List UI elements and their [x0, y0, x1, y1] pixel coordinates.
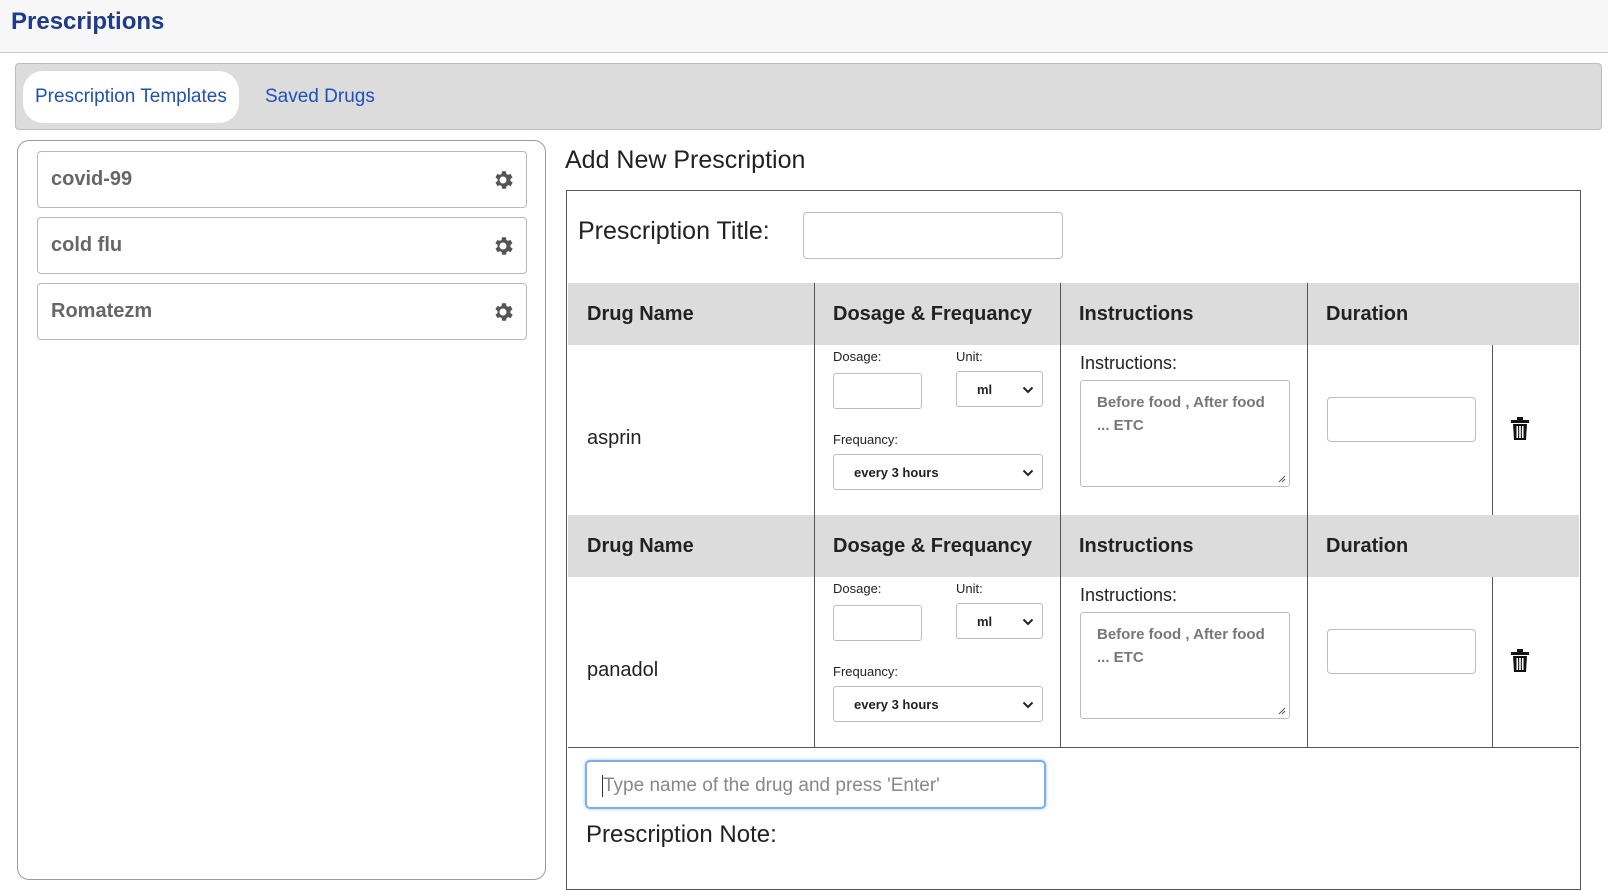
form-heading: Add New Prescription: [565, 146, 806, 174]
column-divider: [1307, 283, 1308, 515]
column-header-instructions: Instructions: [1079, 303, 1194, 325]
chevron-down-icon: [1022, 618, 1034, 626]
unit-select[interactable]: ml: [956, 371, 1043, 407]
frequency-select[interactable]: every 3 hours: [833, 686, 1043, 722]
unit-label: Unit:: [956, 349, 983, 364]
page-header: Prescriptions: [0, 0, 1608, 53]
chevron-down-icon: [1022, 386, 1034, 394]
column-divider: [1492, 577, 1493, 747]
frequency-value: every 3 hours: [854, 697, 939, 712]
prescription-title-input[interactable]: [803, 212, 1063, 259]
instructions-textarea[interactable]: Before food , After food ... ETC: [1080, 380, 1290, 487]
drug-name: panadol: [587, 659, 659, 681]
tab-prescription-templates[interactable]: Prescription Templates: [23, 71, 239, 123]
drug-table-header: Drug Name Dosage & Frequancy Instruction…: [568, 283, 1579, 345]
drug-search-input[interactable]: Type name of the drug and press 'Enter': [585, 760, 1046, 809]
column-header-dosage: Dosage & Frequancy: [833, 303, 1032, 325]
column-divider: [814, 515, 815, 747]
gear-icon[interactable]: [491, 168, 515, 192]
template-name: Romatezm: [51, 300, 153, 322]
trash-icon[interactable]: [1510, 417, 1530, 441]
tab-bar: Prescription Templates Saved Drugs: [15, 63, 1602, 130]
template-item[interactable]: covid-99: [37, 151, 527, 208]
instructions-label: Instructions:: [1080, 585, 1178, 605]
prescription-note-label: Prescription Note:: [586, 821, 777, 848]
prescription-title-label: Prescription Title:: [578, 217, 770, 245]
dosage-label: Dosage:: [833, 581, 882, 596]
column-header-drug-name: Drug Name: [587, 303, 694, 325]
frequency-select[interactable]: every 3 hours: [833, 454, 1043, 490]
unit-value: ml: [977, 614, 993, 629]
unit-value: ml: [977, 382, 993, 397]
unit-label: Unit:: [956, 581, 983, 596]
resize-grip-icon[interactable]: [1276, 705, 1286, 715]
column-header-dosage: Dosage & Frequancy: [833, 535, 1032, 557]
chevron-down-icon: [1022, 701, 1034, 709]
dosage-label: Dosage:: [833, 349, 882, 364]
template-list-panel: covid-99 cold flu Romatezm: [17, 140, 546, 880]
gear-icon[interactable]: [491, 300, 515, 324]
drug-name: asprin: [587, 427, 642, 449]
instructions-label: Instructions:: [1080, 353, 1178, 373]
row-divider: [568, 747, 1579, 748]
instructions-placeholder: Before food , After food ... ETC: [1097, 626, 1265, 666]
column-divider: [1492, 345, 1493, 515]
frequency-value: every 3 hours: [854, 465, 939, 480]
duration-input[interactable]: [1327, 629, 1476, 674]
trash-icon[interactable]: [1510, 649, 1530, 673]
instructions-textarea[interactable]: Before food , After food ... ETC: [1080, 612, 1290, 719]
frequency-label: Frequancy:: [833, 432, 899, 447]
chevron-down-icon: [1022, 469, 1034, 477]
tab-saved-drugs[interactable]: Saved Drugs: [253, 71, 387, 123]
dosage-input[interactable]: [833, 605, 922, 641]
dosage-input[interactable]: [833, 373, 922, 409]
drug-table-header: Drug Name Dosage & Frequancy Instruction…: [568, 515, 1579, 577]
drug-row: Drug Name Dosage & Frequancy Instruction…: [568, 283, 1579, 522]
resize-grip-icon[interactable]: [1276, 473, 1286, 483]
unit-select[interactable]: ml: [956, 603, 1043, 639]
gear-icon[interactable]: [491, 234, 515, 258]
template-item[interactable]: cold flu: [37, 217, 527, 274]
frequency-label: Frequancy:: [833, 664, 899, 679]
duration-input[interactable]: [1327, 397, 1476, 442]
column-divider: [1060, 515, 1061, 747]
page-title: Prescriptions: [11, 8, 165, 35]
column-divider: [814, 283, 815, 515]
drug-row: Drug Name Dosage & Frequancy Instruction…: [568, 515, 1579, 754]
template-item[interactable]: Romatezm: [37, 283, 527, 340]
column-header-instructions: Instructions: [1079, 535, 1194, 557]
column-divider: [1060, 283, 1061, 515]
drug-search-placeholder: Type name of the drug and press 'Enter': [603, 775, 940, 796]
column-divider: [1307, 515, 1308, 747]
prescription-form: Prescription Title: Drug Name Dosage & F…: [566, 190, 1581, 890]
column-header-duration: Duration: [1326, 535, 1409, 557]
template-name: covid-99: [51, 168, 133, 190]
column-header-drug-name: Drug Name: [587, 535, 694, 557]
instructions-placeholder: Before food , After food ... ETC: [1097, 394, 1265, 434]
column-header-duration: Duration: [1326, 303, 1409, 325]
template-name: cold flu: [51, 234, 123, 256]
